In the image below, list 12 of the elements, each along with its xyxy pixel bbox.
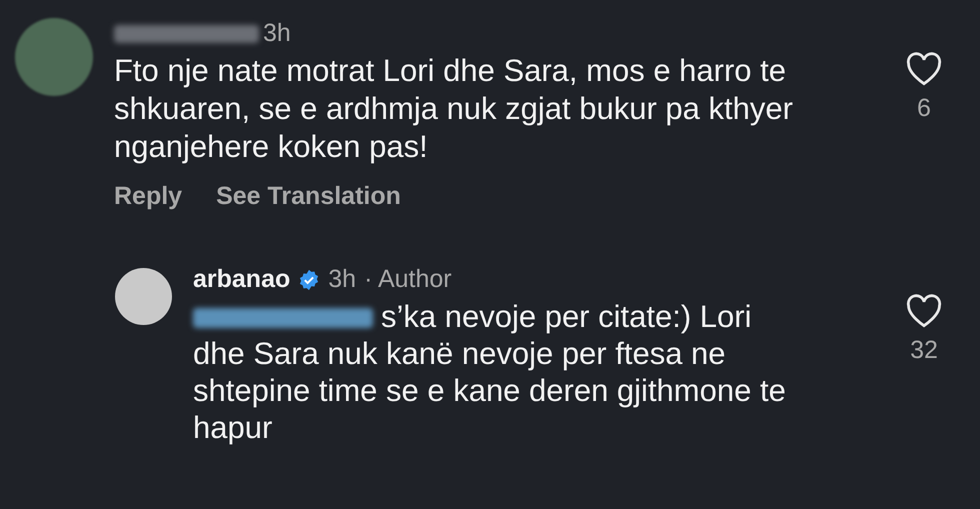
- heart-icon[interactable]: [905, 52, 943, 86]
- like-count: 32: [910, 334, 938, 366]
- comment-time: 3h: [328, 264, 356, 295]
- author-label: · Author: [364, 264, 452, 295]
- comment-text: Fto nje nate motrat Lori dhe Sara, mos e harro te shkuaren, se e ardhmja nuk zgjat bukur pa kthyer nganjehere koken pas!: [114, 52, 794, 166]
- comment-time: 3h: [263, 18, 291, 50]
- see-translation-link[interactable]: See Translation: [216, 178, 401, 216]
- like-count: 6: [917, 93, 931, 124]
- reply-link[interactable]: Reply: [114, 178, 182, 216]
- comment-text: s’ka nevoje per citate:) Lori dhe Sara nuk kanë nevoje per ftesa ne shtepine time se e kane deren gjithmone te hapur: [193, 298, 787, 446]
- username[interactable]: arbanao: [193, 260, 290, 298]
- heart-icon[interactable]: [905, 294, 943, 328]
